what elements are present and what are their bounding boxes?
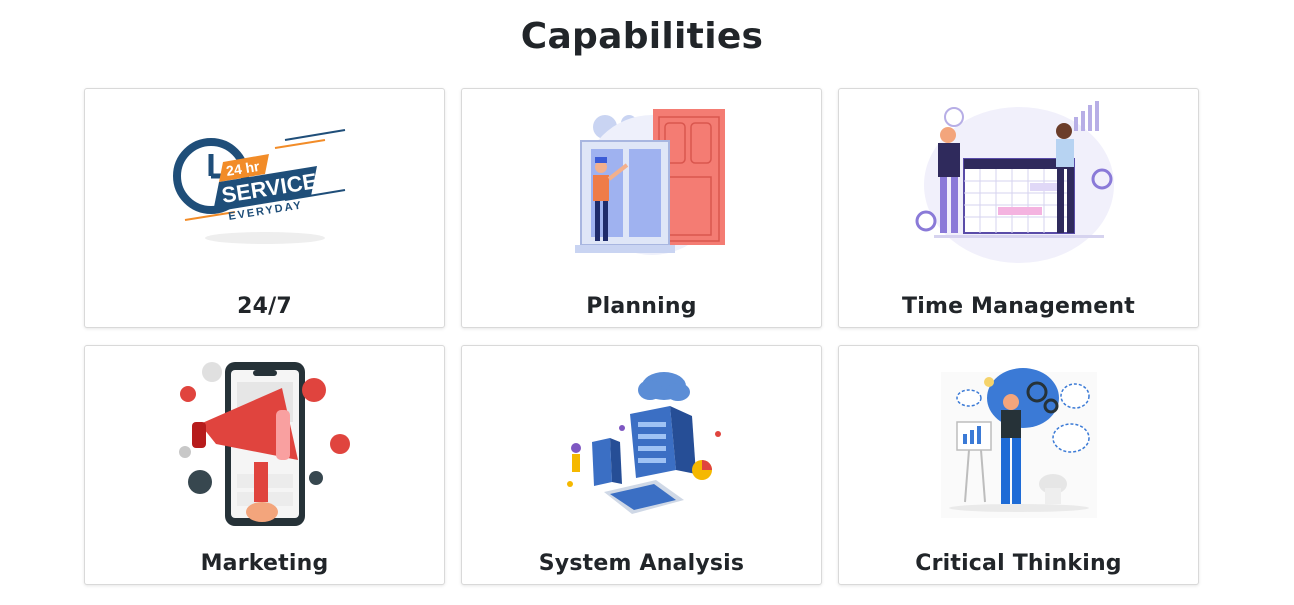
planning-illustration [462, 95, 821, 275]
capability-card-planning: Planning [461, 88, 822, 328]
capabilities-grid: 24 hr SERVICE EVERYDAY 24/7 Planning Tim… [84, 88, 1199, 585]
capability-card-24-7: 24 hr SERVICE EVERYDAY 24/7 [84, 88, 445, 328]
critical-thinking-illustration [839, 352, 1198, 532]
service-illustration: 24 hr SERVICE EVERYDAY [85, 95, 444, 275]
card-title: System Analysis [538, 551, 745, 576]
capability-card-system-analysis: System Analysis [461, 345, 822, 585]
capability-card-time-management: Time Management [838, 88, 1199, 328]
capability-card-marketing: Marketing [84, 345, 445, 585]
marketing-illustration [85, 352, 444, 532]
card-title: Marketing [200, 551, 329, 576]
card-title: Time Management [902, 294, 1135, 319]
card-title: 24/7 [237, 294, 292, 319]
card-title: Planning [586, 294, 697, 319]
system-analysis-illustration [462, 352, 821, 532]
capability-card-critical-thinking: Critical Thinking [838, 345, 1199, 585]
card-title: Critical Thinking [915, 551, 1122, 576]
page-title: Capabilities [520, 16, 764, 57]
time-management-illustration [839, 95, 1198, 275]
